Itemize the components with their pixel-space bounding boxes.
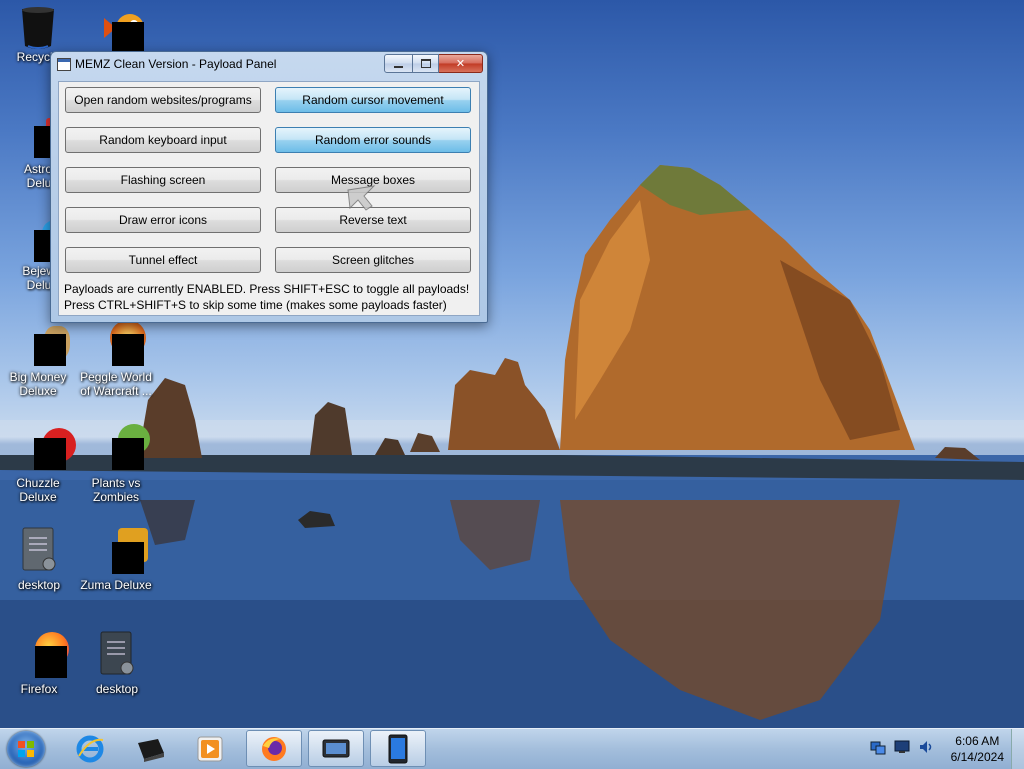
peggle-icon	[98, 320, 146, 366]
desktop-icon-peggle-world-of-warcraft[interactable]: Peggle World of Warcraft ...	[78, 320, 154, 398]
money-bag-icon	[20, 324, 70, 366]
chuzzle-icon	[20, 426, 76, 472]
media-player-icon	[197, 736, 223, 761]
drive-icon	[138, 738, 164, 762]
window-titlebar[interactable]: MEMZ Clean Version - Payload Panel ✕	[51, 52, 487, 78]
taskbar-clock[interactable]: 6:06 AM 6/14/2024	[951, 733, 1004, 765]
minimize-icon	[394, 65, 403, 68]
internet-explorer-icon	[76, 735, 104, 762]
taskbar-media-player[interactable]	[182, 730, 238, 767]
recycle-bin-icon	[20, 6, 56, 49]
minimize-button[interactable]	[384, 54, 413, 73]
start-button[interactable]	[7, 731, 45, 767]
display-icon[interactable]	[894, 739, 910, 755]
volume-icon[interactable]	[918, 739, 934, 755]
desktop-icon-zuma-deluxe[interactable]: Zuma Deluxe	[78, 528, 154, 592]
payload-panel-window: MEMZ Clean Version - Payload Panel ✕ Ope…	[50, 51, 488, 323]
window-title: MEMZ Clean Version - Payload Panel	[75, 57, 277, 71]
plants-vs-zombies-icon	[98, 424, 150, 472]
close-button[interactable]: ✕	[439, 54, 483, 73]
desktop-icon-chuzzle[interactable]: Chuzzle Deluxe	[0, 426, 76, 504]
clock-time: 6:06 AM	[955, 734, 1000, 748]
settings-file-icon	[99, 630, 135, 678]
payload-button-flashing-screen[interactable]: Flashing screen	[65, 167, 261, 193]
status-text-enabled: Payloads are currently ENABLED. Press SH…	[64, 282, 470, 296]
fish-game-icon	[98, 8, 144, 54]
payload-panel-client: Open random websites/programs Random cur…	[58, 81, 480, 316]
maximize-icon	[420, 59, 431, 68]
payload-button-open-random-websites[interactable]: Open random websites/programs	[65, 87, 261, 113]
zuma-icon	[98, 528, 148, 574]
screen-app-icon	[322, 739, 350, 757]
desktop-icon-desktop-file-2[interactable]: desktop	[79, 630, 155, 696]
payload-button-screen-glitches[interactable]: Screen glitches	[275, 247, 471, 273]
system-tray	[870, 739, 934, 755]
status-text-skip-time: Press CTRL+SHIFT+S to skip some time (ma…	[64, 298, 447, 312]
payload-button-random-error-sounds[interactable]: Random error sounds	[275, 127, 471, 153]
firefox-icon	[262, 736, 286, 761]
maximize-button[interactable]	[413, 54, 439, 73]
taskbar-firefox[interactable]	[246, 730, 302, 767]
payload-button-tunnel-effect[interactable]: Tunnel effect	[65, 247, 261, 273]
payload-button-draw-error-icons[interactable]: Draw error icons	[65, 207, 261, 233]
windows-logo-icon	[18, 741, 34, 757]
settings-file-icon	[21, 526, 57, 574]
mouse-cursor-icon	[347, 185, 376, 211]
desktop-icon-firefox[interactable]: Firefox	[1, 632, 77, 696]
clock-date: 6/14/2024	[950, 750, 1004, 764]
window-app-icon	[57, 58, 71, 71]
taskbar-internet-explorer[interactable]	[62, 730, 118, 767]
desktop-icon-big-money[interactable]: Big Money Deluxe	[0, 324, 76, 398]
tablet-app-icon	[388, 734, 408, 763]
payload-button-random-keyboard-input[interactable]: Random keyboard input	[65, 127, 261, 153]
taskbar-drive[interactable]	[122, 730, 178, 767]
desktop-icon-desktop-file-1[interactable]: desktop	[1, 526, 77, 592]
taskbar: 6:06 AM 6/14/2024	[0, 728, 1024, 769]
network-icon[interactable]	[870, 739, 886, 755]
show-desktop-button[interactable]	[1011, 729, 1024, 769]
taskbar-tablet-app[interactable]	[370, 730, 426, 767]
firefox-icon	[21, 632, 69, 678]
desktop-icon-game-unlabeled[interactable]	[78, 8, 154, 54]
payload-button-random-cursor-movement[interactable]: Random cursor movement	[275, 87, 471, 113]
desktop-icon-plants-vs-zombies[interactable]: Plants vs Zombies	[78, 424, 154, 504]
taskbar-screen-app[interactable]	[308, 730, 364, 767]
close-icon: ✕	[455, 58, 466, 70]
